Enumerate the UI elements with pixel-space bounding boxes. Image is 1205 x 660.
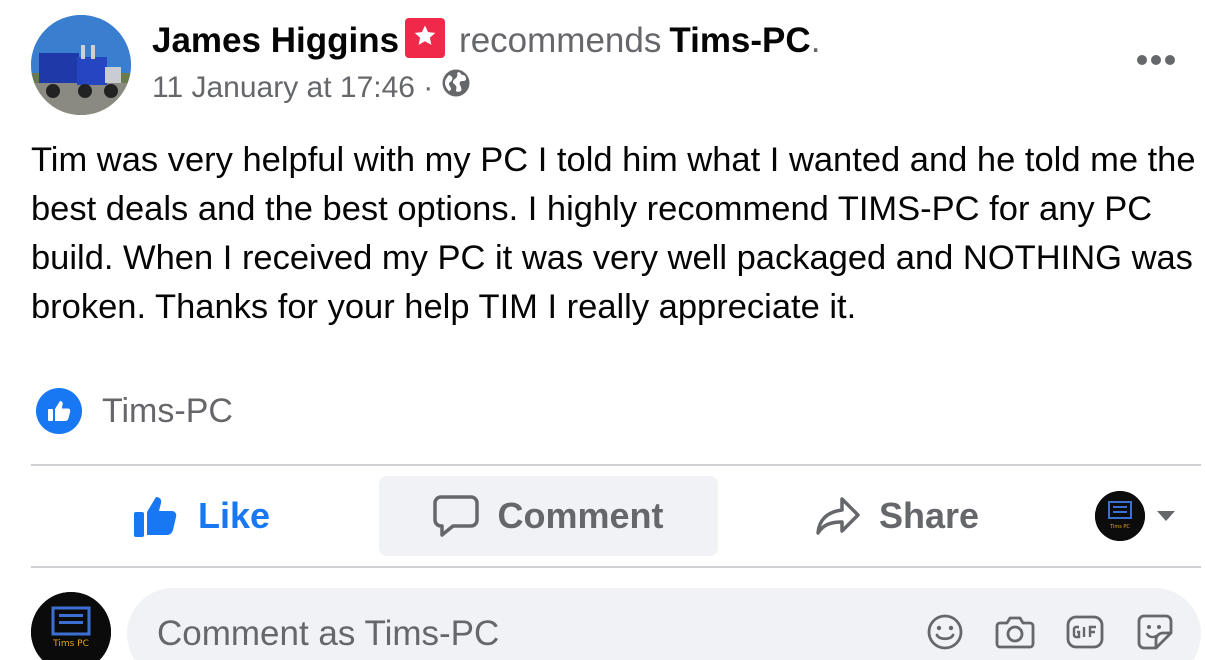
page-name-link[interactable]: Tims-PC bbox=[669, 21, 810, 60]
comment-input[interactable] bbox=[157, 614, 857, 654]
action-bar: Like Comment Share Tims PC bbox=[31, 476, 1201, 556]
author-avatar[interactable] bbox=[31, 15, 131, 115]
divider-bottom bbox=[31, 566, 1201, 568]
more-dot-icon bbox=[1151, 55, 1161, 65]
speech-bubble-icon bbox=[433, 495, 480, 537]
like-button[interactable]: Like bbox=[31, 476, 371, 556]
thumbs-up-icon bbox=[133, 497, 177, 537]
globe-icon bbox=[441, 68, 471, 108]
sticker-icon[interactable] bbox=[1135, 612, 1175, 652]
camera-icon[interactable] bbox=[995, 612, 1035, 652]
reactions-summary[interactable]: Tims-PC bbox=[36, 388, 233, 434]
header-end-punct: . bbox=[810, 21, 821, 60]
more-dot-icon bbox=[1137, 55, 1147, 65]
profile-switcher[interactable]: Tims PC bbox=[1095, 490, 1175, 542]
commenter-avatar[interactable]: Tims PC bbox=[31, 592, 111, 660]
share-arrow-icon bbox=[816, 497, 860, 535]
caret-down-icon bbox=[1157, 511, 1175, 521]
more-options-button[interactable] bbox=[1132, 46, 1180, 74]
emoji-icon[interactable] bbox=[925, 612, 965, 652]
recommends-label: recommends bbox=[459, 21, 662, 60]
logo-text-small: Tims PC bbox=[1109, 524, 1130, 530]
like-label: Like bbox=[197, 495, 271, 536]
comment-label: Comment bbox=[497, 495, 664, 536]
timestamp-row: 11 January at 17:46 · bbox=[152, 68, 471, 108]
gif-icon[interactable] bbox=[1065, 612, 1105, 652]
share-label: Share bbox=[878, 495, 980, 536]
like-icon bbox=[36, 388, 82, 434]
post-text: Tim was very helpful with my PC I told h… bbox=[31, 141, 1196, 326]
comment-button[interactable]: Comment bbox=[379, 476, 718, 556]
logo-text: Tims PC bbox=[52, 639, 89, 649]
reaction-names[interactable]: Tims-PC bbox=[102, 392, 233, 431]
comment-tools bbox=[925, 612, 1175, 652]
post-header: James Higgins recommends Tims-PC. bbox=[152, 18, 820, 63]
share-button[interactable]: Share bbox=[727, 476, 1067, 556]
post-timestamp[interactable]: 11 January at 17:46 · bbox=[152, 69, 433, 107]
comment-composer bbox=[127, 588, 1201, 660]
page-avatar-small: Tims PC bbox=[1095, 491, 1145, 541]
divider-top bbox=[31, 464, 1201, 466]
author-name[interactable]: James Higgins bbox=[152, 21, 399, 60]
more-dot-icon bbox=[1165, 55, 1175, 65]
recommendation-badge-icon bbox=[405, 18, 446, 58]
